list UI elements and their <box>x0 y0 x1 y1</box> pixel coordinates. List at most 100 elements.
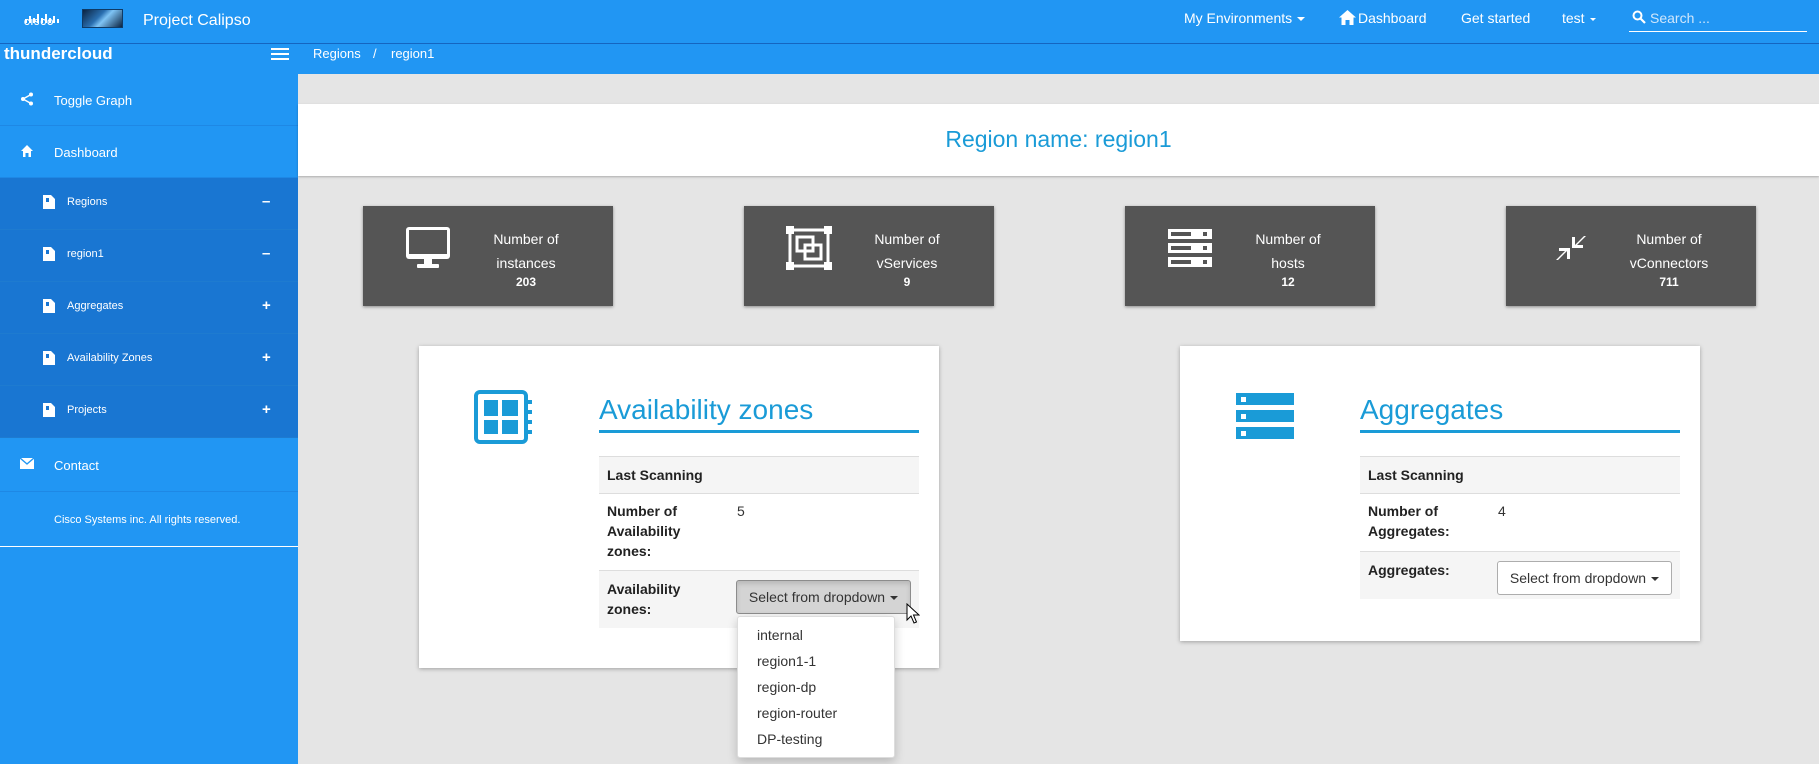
home-icon <box>21 145 33 157</box>
availability-zone-icon <box>474 390 532 444</box>
stat-label: Number of instances <box>493 231 559 271</box>
stat-label: Number of vConnectors <box>1629 231 1709 271</box>
az-select-label: Availability zones: <box>607 581 681 617</box>
expand-toggle[interactable]: + <box>262 401 271 418</box>
hamburger-menu-icon[interactable] <box>271 48 289 61</box>
title-underline <box>599 430 919 433</box>
collapse-toggle[interactable]: – <box>262 193 270 210</box>
sidebar-item-contact[interactable]: Contact <box>0 438 298 492</box>
search-icon <box>1632 10 1646 24</box>
stat-instances[interactable]: Number of instances 203 <box>363 206 613 306</box>
breadcrumb-region1[interactable]: region1 <box>391 46 434 61</box>
sidebar-item-label: Aggregates <box>67 300 124 312</box>
list-icon <box>1236 393 1294 439</box>
aggregates-count-value: 4 <box>1498 503 1506 519</box>
chevron-down-icon <box>1651 577 1660 582</box>
compress-icon <box>1556 236 1586 260</box>
availability-zones-dropdown-menu: internal region1-1 region-dp region-rout… <box>737 616 895 758</box>
dashboard-link-label: Dashboard <box>1358 10 1427 26</box>
stat-label: Number of hosts <box>1255 231 1321 271</box>
aggregates-select-label: Aggregates: <box>1368 562 1450 578</box>
sidebar-item-label: Regions <box>67 196 108 208</box>
collapse-toggle[interactable]: – <box>262 245 270 262</box>
cisco-wordmark: CISCO <box>24 18 55 27</box>
title-underline <box>1360 430 1680 433</box>
stat-value: 9 <box>903 275 911 289</box>
sidebar-item-label: Projects <box>67 404 107 416</box>
availability-zones-dropdown[interactable]: Select from dropdown <box>736 580 911 614</box>
my-environments-label: My Environments <box>1184 10 1293 26</box>
table-row: Number of Aggregates: 4 <box>1360 493 1680 551</box>
sidebar-item-dashboard[interactable]: Dashboard <box>0 126 298 178</box>
sidebar-item-label: Toggle Graph <box>54 93 133 108</box>
az-count-value: 5 <box>737 503 745 519</box>
card-title: Availability zones <box>599 394 814 425</box>
stat-vservices[interactable]: Number of vServices 9 <box>744 206 994 306</box>
last-scanning-label: Last Scanning <box>1368 467 1464 483</box>
mouse-cursor-icon <box>906 603 920 624</box>
share-icon <box>21 92 33 106</box>
expand-toggle[interactable]: + <box>262 349 271 366</box>
sidebar-item-label: Contact <box>54 458 99 473</box>
envelope-icon <box>20 458 34 469</box>
sidebar-item-region1[interactable]: region1 – <box>0 230 298 282</box>
az-count-label: Number of Availability zones: <box>607 503 681 559</box>
stat-vconnectors[interactable]: Number of vConnectors 711 <box>1506 206 1756 306</box>
document-icon <box>43 403 55 417</box>
copyright-note: Cisco Systems inc. All rights reserved. <box>0 492 298 547</box>
search-box <box>1629 6 1807 32</box>
dashboard-link[interactable]: Dashboard <box>1339 10 1427 26</box>
sidebar-item-toggle-graph[interactable]: Toggle Graph <box>0 74 298 126</box>
expand-toggle[interactable]: + <box>262 297 271 314</box>
sidebar: thundercloud Toggle Graph Dashboard Regi… <box>0 44 298 764</box>
breadcrumb-separator: / <box>373 46 377 61</box>
get-started-link[interactable]: Get started <box>1461 10 1530 26</box>
sidebar-item-label: Availability Zones <box>67 352 153 364</box>
document-icon <box>43 195 55 209</box>
chevron-down-icon <box>890 596 899 601</box>
sidebar-item-regions[interactable]: Regions – <box>0 178 298 230</box>
breadcrumb: Regions / region1 <box>298 44 1819 74</box>
dropdown-label: Select from dropdown <box>748 589 886 605</box>
page-header: Region name: region1 <box>298 104 1819 176</box>
stat-value: 203 <box>515 275 537 289</box>
project-thumbnail <box>82 9 123 28</box>
sidebar-item-availability-zones[interactable]: Availability Zones + <box>0 334 298 386</box>
dropdown-option[interactable]: region1-1 <box>738 648 894 674</box>
sidebar-item-projects[interactable]: Projects + <box>0 386 298 438</box>
document-icon <box>43 299 55 313</box>
home-icon <box>1339 10 1356 25</box>
aggregates-count-label: Number of Aggregates: <box>1368 503 1450 539</box>
vservice-icon <box>786 226 832 270</box>
server-icon <box>1168 229 1212 267</box>
dropdown-option[interactable]: DP-testing <box>738 726 894 752</box>
breadcrumb-regions[interactable]: Regions <box>313 46 361 61</box>
app-title[interactable]: Project Calipso <box>143 12 251 30</box>
copyright-text: Cisco Systems inc. All rights reserved. <box>54 514 241 526</box>
dropdown-option[interactable]: region-dp <box>738 674 894 700</box>
aggregates-dropdown[interactable]: Select from dropdown <box>1497 561 1672 595</box>
last-scanning-label: Last Scanning <box>607 467 703 483</box>
card-title: Aggregates <box>1360 394 1504 425</box>
my-environments-menu[interactable]: My Environments <box>1184 10 1306 26</box>
chevron-down-icon <box>1589 17 1596 21</box>
dropdown-option[interactable]: internal <box>738 622 894 648</box>
dropdown-option[interactable]: region-router <box>738 700 894 726</box>
table-row: Last Scanning <box>1360 456 1680 493</box>
user-menu[interactable]: test <box>1562 10 1596 26</box>
stat-hosts[interactable]: Number of hosts 12 <box>1125 206 1375 306</box>
document-icon <box>43 351 55 365</box>
sidebar-item-label: region1 <box>67 248 104 260</box>
monitor-icon <box>406 227 450 268</box>
stat-label: Number of vServices <box>874 231 940 271</box>
user-menu-label: test <box>1562 10 1585 26</box>
sidebar-item-aggregates[interactable]: Aggregates + <box>0 282 298 334</box>
top-navbar: CISCO Project Calipso My Environments Da… <box>0 0 1819 44</box>
table-row: Number of Availability zones: 5 <box>599 493 919 570</box>
stat-value: 12 <box>1281 275 1295 289</box>
table-row: Last Scanning <box>599 456 919 493</box>
search-input[interactable] <box>1650 8 1800 28</box>
sidebar-item-label: Dashboard <box>54 145 118 160</box>
stat-value: 711 <box>1659 275 1679 289</box>
sidebar-brand-row: thundercloud <box>0 44 298 66</box>
